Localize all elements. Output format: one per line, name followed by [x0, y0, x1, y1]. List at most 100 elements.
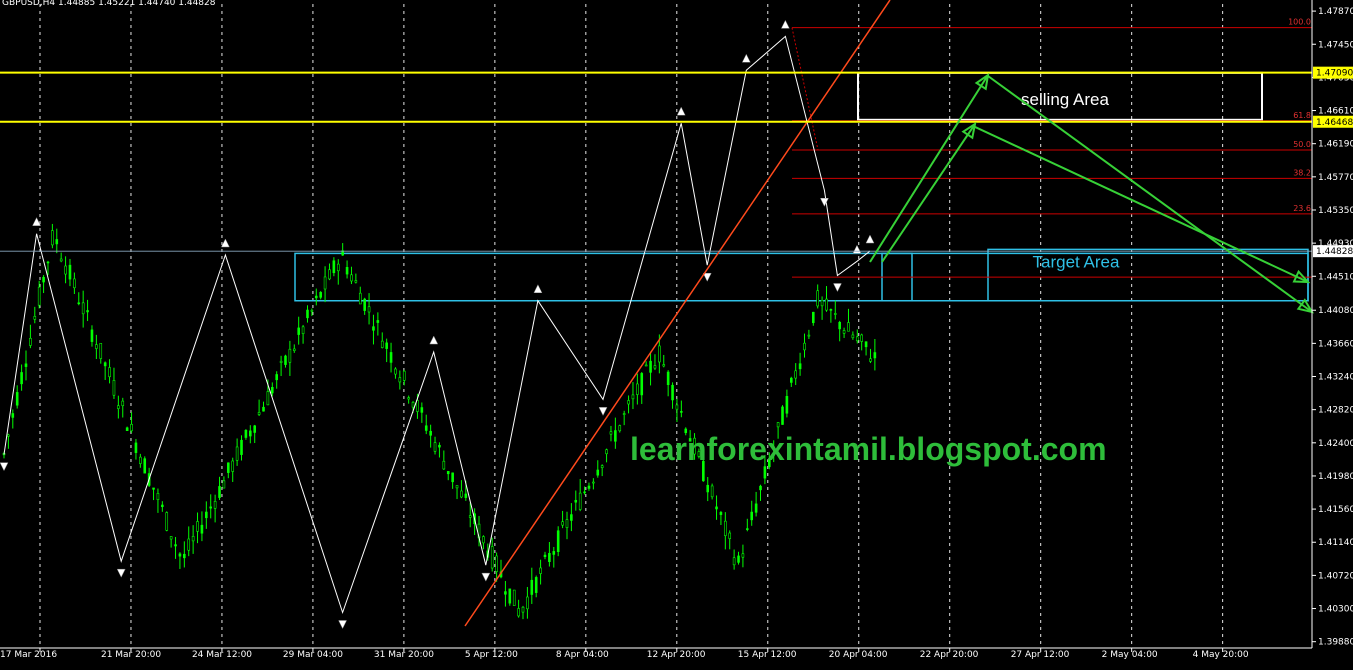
candle-body [794, 370, 798, 379]
fractal-down-arrow [0, 462, 9, 472]
trendline [464, 0, 891, 627]
candlesticks [2, 223, 877, 620]
candle-body [600, 465, 604, 468]
candle-body [262, 406, 265, 412]
candle-body [873, 352, 877, 359]
candle-body [191, 536, 195, 542]
candle-body [790, 377, 793, 383]
candle-body [811, 311, 815, 324]
candle-body [666, 371, 670, 385]
price-tick-label: 1.47870 [1318, 7, 1353, 17]
time-tick-label: 21 Mar 20:00 [101, 650, 161, 660]
time-tick-label: 5 Apr 12:00 [465, 650, 518, 660]
zigzag-indicator [3, 35, 871, 615]
candle-body [231, 460, 235, 472]
candle-body [301, 326, 305, 334]
price-tick-label: 1.42400 [1318, 439, 1353, 449]
candle-body [108, 367, 111, 378]
target-area-label: Target Area [1033, 252, 1120, 271]
candle-body [411, 402, 415, 408]
fractal-down-arrow [820, 198, 829, 207]
candle-body [517, 608, 520, 617]
time-tick-label: 31 Mar 20:00 [374, 650, 434, 660]
time-tick-label: 27 Apr 12:00 [1011, 650, 1070, 660]
candle-body [59, 258, 63, 262]
candle-body [279, 360, 283, 363]
candle-body [658, 345, 661, 363]
candle-body [724, 520, 727, 536]
candle-body [196, 521, 199, 532]
candle-body [380, 340, 384, 348]
candle-body [385, 342, 388, 349]
candle-body [213, 501, 217, 509]
projection-down-arrow-1 [972, 125, 1309, 283]
candle-body [464, 493, 468, 498]
candle-body [776, 422, 780, 428]
candle-body [842, 330, 846, 334]
candle-body [838, 322, 841, 330]
candle-body [719, 512, 723, 515]
price-tick-label: 1.39880 [1318, 638, 1353, 648]
candle-body [332, 260, 336, 274]
zigzag-line [3, 35, 871, 615]
candle-body [257, 412, 261, 415]
candle-body [292, 348, 296, 351]
candle-body [539, 567, 542, 574]
candle-body [218, 486, 221, 498]
candle-body [543, 554, 547, 558]
candle-body [587, 485, 591, 489]
candle-body [187, 538, 191, 551]
candle-body [504, 591, 507, 595]
selling-area-label: selling Area [1021, 90, 1109, 109]
candle-body [205, 511, 208, 519]
candle-body [99, 343, 103, 359]
candle-body [592, 481, 595, 484]
candle-body [336, 263, 340, 272]
candle-body [644, 364, 648, 367]
candle-body [429, 430, 432, 436]
time-tick-label: 22 Apr 20:00 [920, 650, 979, 660]
time-tick-label: 29 Mar 04:00 [283, 650, 343, 660]
candle-body [376, 320, 380, 323]
candle-body [117, 405, 120, 409]
candle-body [622, 413, 626, 415]
price-tick-label: 1.41560 [1318, 505, 1353, 515]
candle-body [825, 298, 828, 311]
fractal-up-arrow [429, 335, 439, 345]
uptrend-line [464, 0, 891, 627]
projection-arrows [869, 72, 1315, 314]
candle-body [609, 431, 613, 435]
candle-body [552, 551, 556, 555]
candle-body [125, 427, 129, 431]
candle-body [451, 472, 454, 483]
price-tick-label: 1.46610 [1318, 107, 1353, 117]
fib-label: 23.6 [1293, 204, 1311, 213]
candle-body [367, 306, 371, 313]
candle-body [420, 407, 424, 413]
candle-body [86, 310, 89, 313]
candle-body [847, 322, 850, 332]
candle-body [820, 300, 824, 307]
candle-body [446, 470, 450, 475]
candle-body [460, 490, 463, 498]
price-chart[interactable]: selling Area Target Area 100.0 61.8 50.0 38.… [0, 0, 1353, 670]
candle-body [781, 406, 784, 425]
candle-body [864, 341, 868, 348]
price-tick-label: 1.40300 [1318, 605, 1353, 615]
candle-body [156, 493, 160, 500]
candle-body [253, 425, 257, 433]
candle-body [750, 511, 754, 521]
projection-up-arrow-1-head [974, 72, 990, 91]
candle-body [319, 292, 322, 298]
candle-body [741, 553, 745, 558]
fractal-down-arrow [481, 572, 491, 582]
candle-body [860, 334, 863, 342]
candle-body [416, 400, 419, 412]
candle-body [640, 373, 644, 396]
candle-body [372, 326, 375, 331]
time-tick-label: 2 May 04:00 [1102, 650, 1158, 660]
candle-body [37, 286, 41, 306]
candle-body [631, 394, 635, 400]
candle-body [671, 384, 674, 401]
price-tick-label: 1.41980 [1318, 472, 1353, 482]
